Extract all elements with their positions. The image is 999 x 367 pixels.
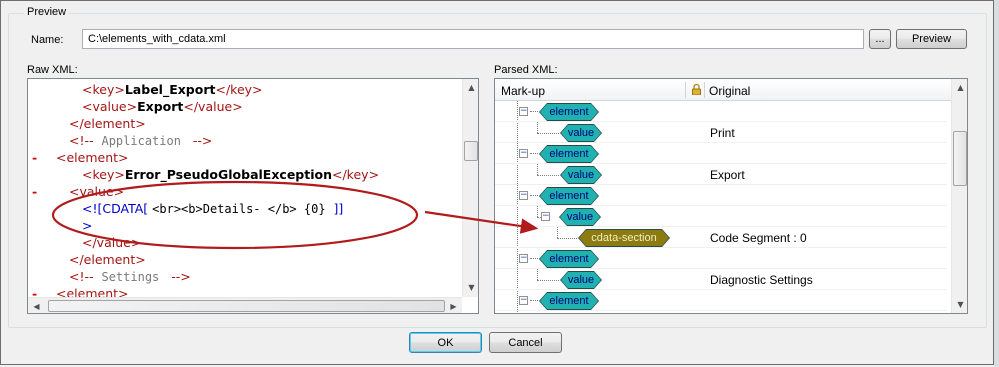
annotation-arrow [424,210,539,234]
highlight-ellipse [51,180,419,250]
annotation-overlay [51,180,539,250]
